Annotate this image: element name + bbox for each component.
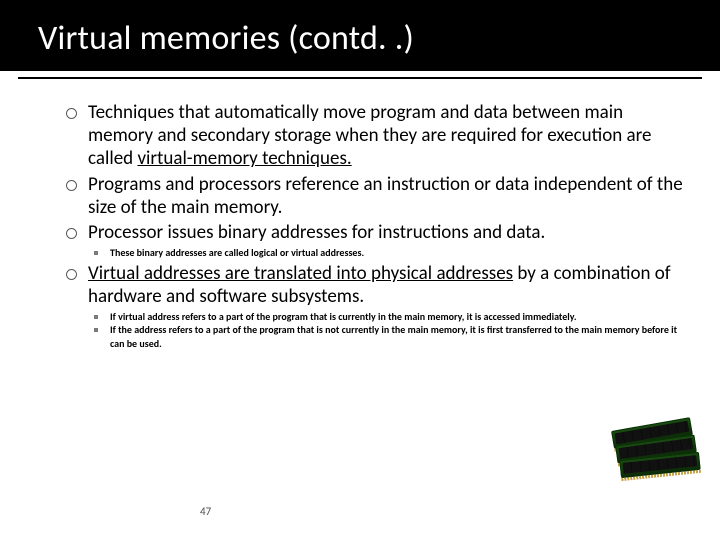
content-area: Techniques that automatically move progr… xyxy=(0,79,720,350)
sub-bullet-item: If the address refers to a part of the p… xyxy=(92,323,690,350)
page-number: 47 xyxy=(200,505,211,518)
ram-image xyxy=(608,422,696,482)
bullet-text: Processor issues binary addresses for in… xyxy=(88,221,545,244)
slide-title: Virtual memories (contd. .) xyxy=(38,18,690,59)
bullet-item: Programs and processors reference an ins… xyxy=(66,173,690,219)
bullet-text: Programs and processors reference an ins… xyxy=(88,173,683,219)
bullet-item: Virtual addresses are translated into ph… xyxy=(66,262,690,351)
sub-bullet-list: If virtual address refers to a part of t… xyxy=(92,310,690,351)
sub-bullet-item: These binary addresses are called logica… xyxy=(92,246,690,260)
bullet-item: Processor issues binary addresses for in… xyxy=(66,221,690,260)
sub-bullet-text: If the address refers to a part of the p… xyxy=(110,323,677,350)
sub-bullet-item: If virtual address refers to a part of t… xyxy=(92,310,690,324)
bullet-item: Techniques that automatically move progr… xyxy=(66,101,690,171)
bullet-text-underline: virtual-memory techniques. xyxy=(137,147,351,170)
bullet-text-underline: Virtual addresses are translated into ph… xyxy=(88,262,513,285)
sub-bullet-text: These binary addresses are called logica… xyxy=(110,246,364,259)
bullet-list: Techniques that automatically move progr… xyxy=(66,101,690,350)
title-bar: Virtual memories (contd. .) xyxy=(0,0,720,71)
sub-bullet-text: If virtual address refers to a part of t… xyxy=(110,310,577,323)
slide: Virtual memories (contd. .) Techniques t… xyxy=(0,0,720,540)
sub-bullet-list: These binary addresses are called logica… xyxy=(92,246,690,260)
